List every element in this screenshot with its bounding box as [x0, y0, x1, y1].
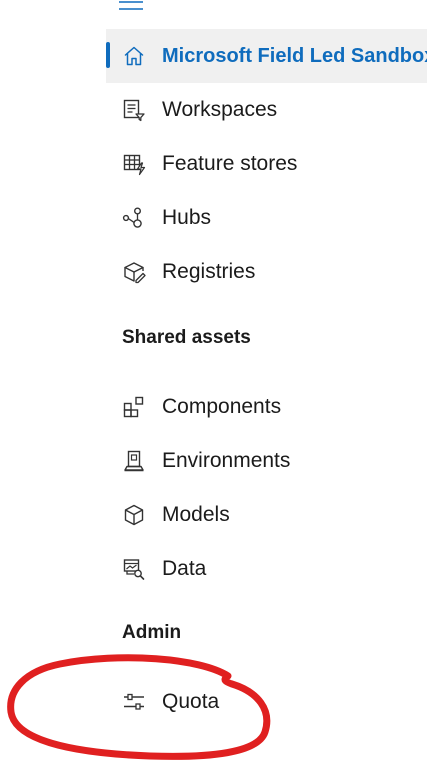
workspaces-icon [123, 99, 145, 122]
environments-icon [124, 450, 144, 472]
nav-item-hubs[interactable]: Hubs [106, 191, 427, 245]
nav-label-hubs: Hubs [162, 206, 212, 229]
feature-store-icon [123, 154, 146, 176]
nav-item-data[interactable]: Data [106, 542, 427, 596]
nav-item-workspaces[interactable]: Workspaces [106, 83, 427, 137]
nav-label-models: Models [162, 503, 230, 526]
hubs-icon [122, 207, 142, 228]
nav-item-environments[interactable]: Environments [106, 434, 427, 488]
nav-item-models[interactable]: Models [106, 488, 427, 542]
nav-label-workspaces: Workspaces [162, 98, 278, 121]
nav-label-home: Microsoft Field Led Sandbox [162, 45, 427, 67]
nav-item-registries[interactable]: Registries [106, 245, 427, 299]
nav-label-environments: Environments [162, 449, 291, 472]
home-icon [124, 46, 144, 66]
models-icon [124, 504, 144, 526]
data-icon [123, 559, 145, 580]
nav-label-data: Data [162, 557, 207, 580]
left-navigation: Microsoft Field Led Sandbox Workspaces F… [0, 0, 427, 769]
section-heading-shared-assets: Shared assets [122, 327, 251, 348]
nav-label-feature-stores: Feature stores [162, 152, 298, 175]
components-icon [123, 396, 144, 418]
quota-icon [124, 693, 144, 710]
section-heading-admin: Admin [122, 622, 182, 643]
hamburger-icon[interactable] [118, 0, 144, 14]
registries-icon [124, 262, 146, 284]
selected-indicator [106, 42, 110, 68]
nav-item-feature-stores[interactable]: Feature stores [106, 137, 427, 191]
nav-item-home[interactable]: Microsoft Field Led Sandbox [106, 29, 427, 83]
nav-item-quota[interactable]: Quota [106, 675, 427, 729]
nav-item-components[interactable]: Components [106, 380, 427, 434]
nav-label-components: Components [162, 395, 282, 418]
nav-label-quota: Quota [162, 690, 220, 713]
nav-label-registries: Registries [162, 260, 256, 283]
